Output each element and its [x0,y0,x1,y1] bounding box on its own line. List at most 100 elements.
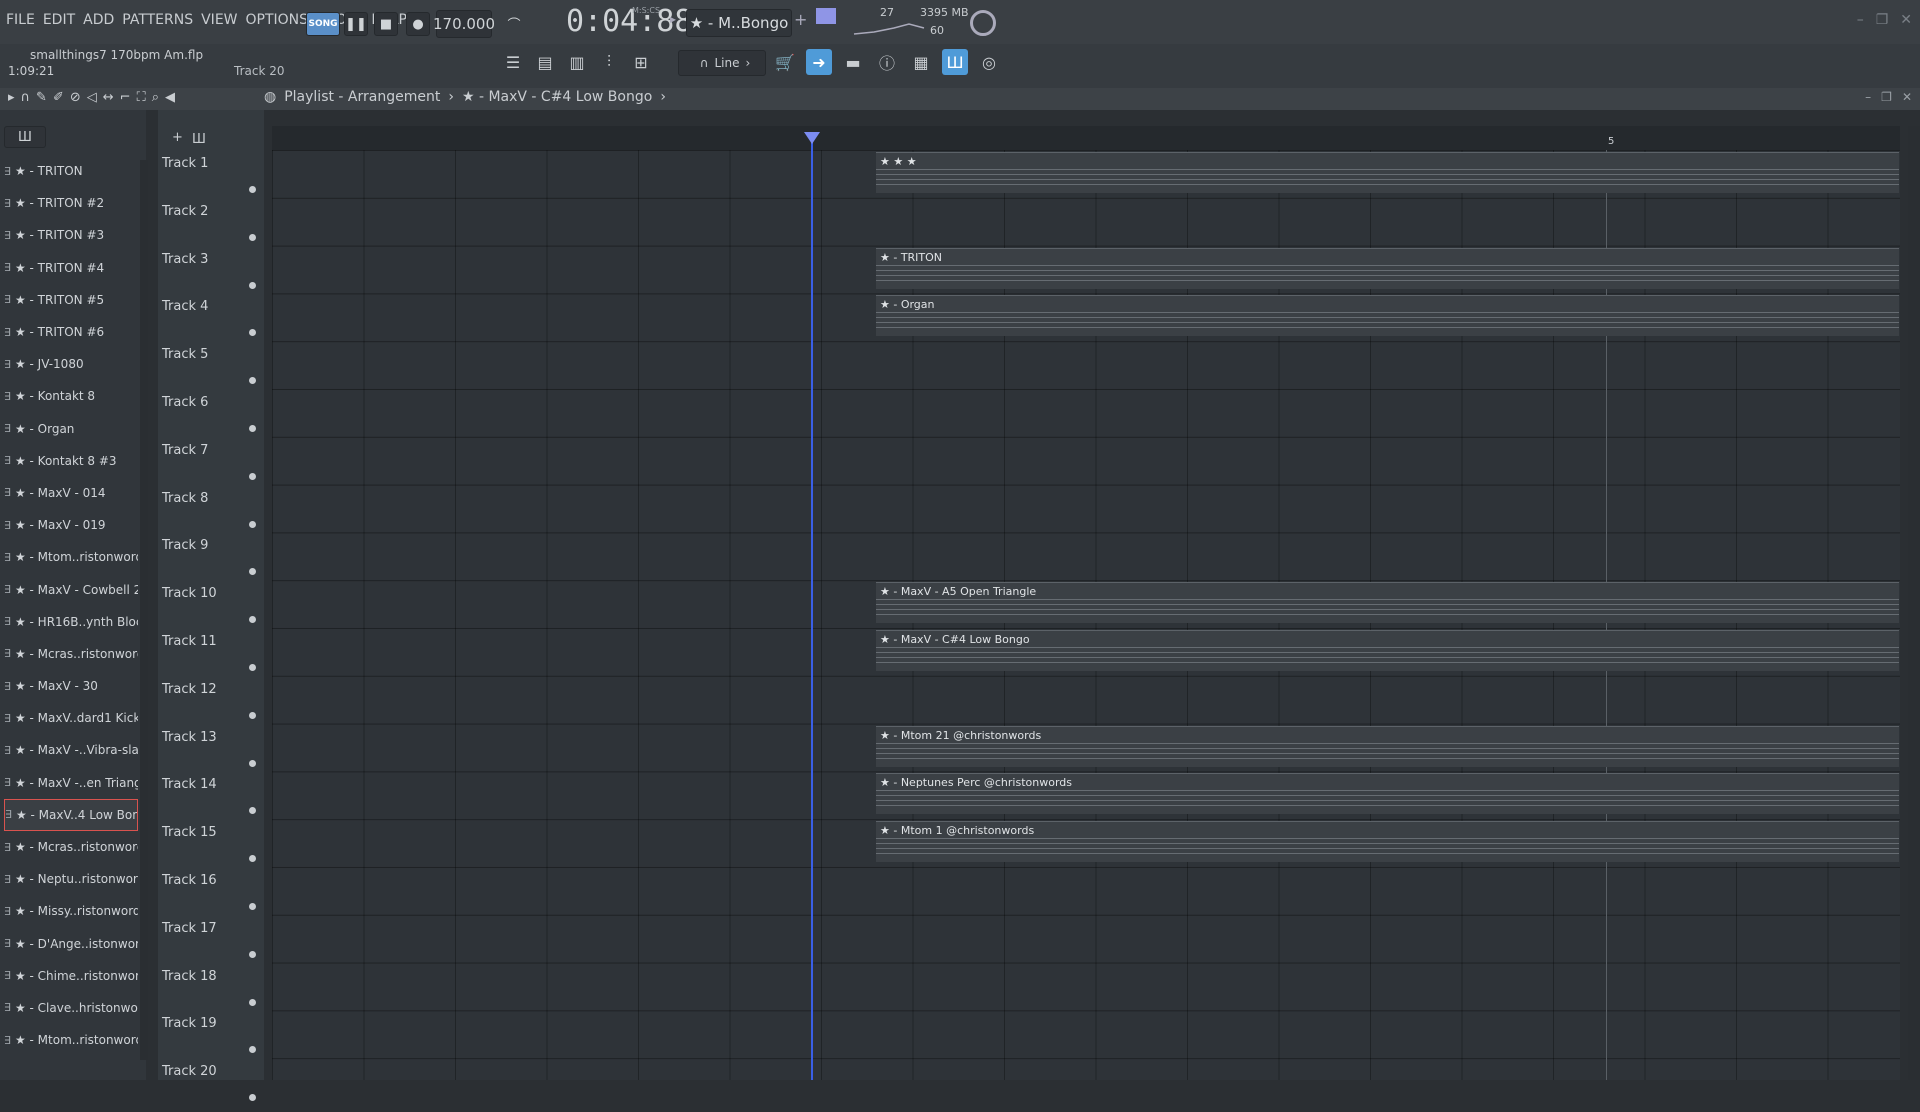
pattern-list-item[interactable]: ∃★ - Clave..hristonwords [4,992,138,1024]
pattern-list-item[interactable]: ∃ ★ - TRITON #6 [4,316,138,348]
track-header[interactable]: Track 16 [162,873,262,921]
track-mute-led-icon[interactable] [249,472,256,480]
pattern-list-item[interactable]: ∃ ★ - Kontakt 8 #3 [4,445,138,477]
menu-item-view[interactable]: VIEW [201,12,237,28]
pattern-clip[interactable]: ★ ★ ★ [876,152,1899,193]
add-pattern-button[interactable]: + [794,10,807,29]
track-header[interactable]: Track 18 [162,969,262,1017]
select-icon[interactable]: ⛶ [137,90,146,105]
track-header[interactable]: Track 10 [162,586,262,634]
playlist-menu-arrow-icon[interactable]: ▸ [8,90,15,105]
track-mute-led-icon[interactable] [249,998,256,1006]
track-header[interactable]: Track 15 [162,825,262,873]
playhead-marker-icon[interactable] [804,132,820,144]
slice-icon[interactable]: ⌐ [120,90,131,105]
song-mode-toggle[interactable]: SONG [306,12,340,36]
track-header[interactable]: Track 3 [162,252,262,300]
track-header[interactable]: Track 12 [162,682,262,730]
track-header[interactable]: Track 2 [162,204,262,252]
pattern-list-item[interactable]: ∃ ★ - TRITON #4 [4,252,138,284]
track-mute-led-icon[interactable] [249,711,256,719]
arrow-right-icon[interactable]: ➜ [806,49,832,75]
pause-button[interactable]: ❚❚ [344,12,368,36]
pattern-clip[interactable]: ★ - MaxV - A5 Open Triangle [876,582,1899,624]
minimize-icon[interactable]: – [1865,90,1871,104]
track-header[interactable]: Track 14 [162,777,262,825]
track-header[interactable]: Track 17 [162,921,262,969]
close-icon[interactable]: ✕ [1902,90,1912,104]
delete-icon[interactable]: ⊘ [70,90,81,105]
pattern-view-button[interactable]: Ш [4,126,46,148]
pattern-clip[interactable]: ★ - Mtom 21 @christonwords [876,725,1899,767]
menu-item-patterns[interactable]: PATTERNS [122,12,193,28]
close-icon[interactable]: ✕ [1900,12,1912,28]
pattern-list-item[interactable]: ∃ ★ - Mtom..ristonwords [4,1024,138,1056]
track-header[interactable]: Track 11 [162,634,262,682]
pattern-list-item[interactable]: ∃ ★ - TRITON #5 [4,284,138,316]
pattern-clip[interactable]: ★ - Neptunes Perc @christonwords [876,773,1899,815]
track-mute-led-icon[interactable] [249,664,256,671]
track-mute-led-icon[interactable] [249,233,256,241]
restore-icon[interactable]: ❐ [1876,12,1889,28]
track-mute-led-icon[interactable] [249,950,256,958]
track-mute-led-icon[interactable] [249,186,256,193]
stop-button[interactable]: ■ [374,12,398,36]
track-header[interactable]: Track 6 [162,395,262,443]
pattern-list-item[interactable]: ∃ ★ - MaxV -..Vibra-slap [4,734,138,766]
track-mute-led-icon[interactable] [249,616,256,624]
track-mute-led-icon[interactable] [249,807,256,815]
metronome-button[interactable]: ⌒ [500,10,528,36]
channel-rack-icon[interactable]: ▥ [564,49,590,75]
track-header[interactable]: Track 8 [162,491,262,539]
track-mute-led-icon[interactable] [249,903,256,910]
track-header[interactable]: Track 7 [162,443,262,491]
track-mute-led-icon[interactable] [249,568,256,576]
keyboard-icon[interactable]: ▦ [908,49,934,75]
track-header[interactable]: Track 1 [162,156,262,204]
track-header[interactable]: Track 4 [162,299,262,347]
vertical-scrollbar[interactable] [1908,126,1920,1080]
playlist-window-icon[interactable]: ☰ [500,49,526,75]
track-mute-led-icon[interactable] [249,377,256,385]
mixer-icon[interactable]: ⫶ [596,49,622,75]
menu-item-file[interactable]: FILE [6,12,35,28]
track-mute-led-icon[interactable] [249,1094,256,1102]
pattern-list-item[interactable]: ∃ ★ - MaxV - Cowbell 2 [4,573,138,605]
pattern-icon[interactable]: Ш [192,132,206,147]
zoom-icon[interactable]: ⌕ [152,90,159,105]
pattern-clip[interactable]: ★ - MaxV - C#4 Low Bongo [876,630,1899,671]
record-button[interactable]: ● [406,12,430,36]
slip-icon[interactable]: ↔ [103,90,114,105]
pattern-list-item[interactable]: ∃ ★ - MaxV - 019 [4,509,138,541]
shop-icon[interactable]: 🛒 [772,49,798,75]
mute-icon[interactable]: ◁ [87,90,97,105]
track-header[interactable]: Track 19 [162,1016,262,1064]
info-icon[interactable]: ⓘ [874,49,900,75]
pattern-list-item[interactable]: ∃ ★ - Mcras..ristonwords [4,638,138,670]
track-mute-led-icon[interactable] [249,855,256,863]
track-header[interactable]: Track 5 [162,347,262,395]
track-header[interactable]: Track 9 [162,538,262,586]
playback-icon[interactable]: ◀ [165,90,175,105]
output-icon[interactable]: ▬ [840,49,866,75]
snap-selector[interactable]: ∩ Line › [678,50,766,76]
piano-roll-icon[interactable]: ▤ [532,49,558,75]
pattern-list-item[interactable]: ∃ ★ - TRITON [4,155,138,187]
pattern-list-item[interactable]: ∃ ★ - MaxV - 014 [4,477,138,509]
plugin-picker-icon[interactable]: Ш [942,49,968,75]
pattern-list-item[interactable]: ∃ ★ - Organ [4,413,138,445]
pattern-clip[interactable]: ★ - Organ [876,295,1899,337]
track-mute-led-icon[interactable] [249,281,256,289]
menu-item-add[interactable]: ADD [83,12,114,28]
track-mute-led-icon[interactable] [249,1046,256,1054]
restore-icon[interactable]: ❐ [1881,90,1892,104]
magnet-icon[interactable]: ∩ [21,90,31,105]
pattern-list-item[interactable]: ∃ ★ - Kontakt 8 [4,380,138,412]
pattern-list-item[interactable]: ∃ ★ - TRITON #2 [4,187,138,219]
tempo-display[interactable]: 170.000 [433,10,495,38]
pattern-list-item[interactable]: ∃ ★ - Neptu..ristonwords [4,863,138,895]
track-mute-led-icon[interactable] [249,329,256,337]
track-mute-led-icon[interactable] [249,520,256,528]
pattern-list-item[interactable]: ∃★ - D'Ange..istonwords [4,928,138,960]
browser-icon[interactable]: ⊞ [628,49,654,75]
